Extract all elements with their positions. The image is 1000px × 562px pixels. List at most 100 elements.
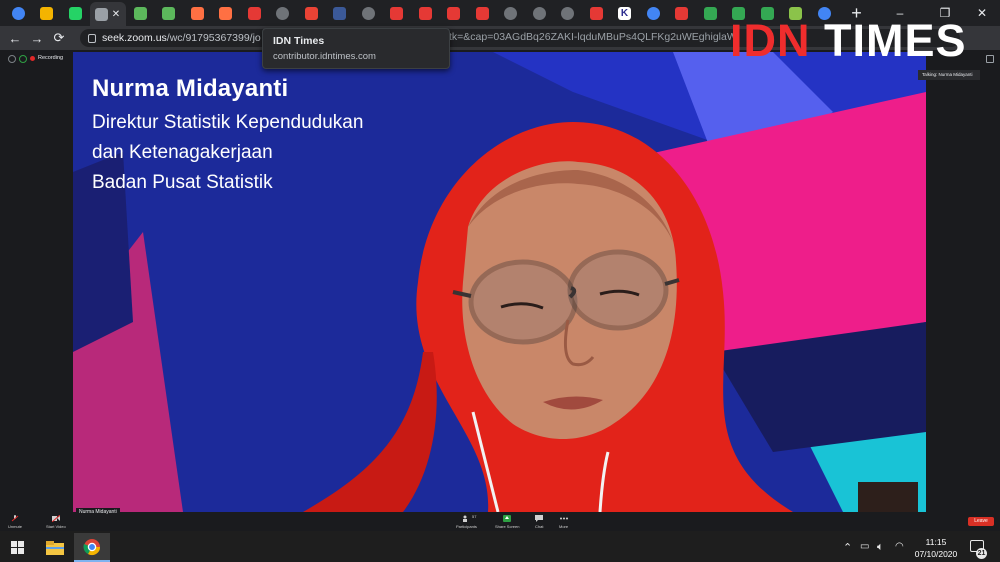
browser-tab[interactable]: [525, 2, 553, 24]
fullscreen-icon[interactable]: [986, 55, 994, 63]
speaker-organization: Badan Pusat Statistik: [92, 172, 273, 193]
video-icon: [51, 515, 60, 522]
share-screen-icon: [503, 515, 512, 522]
doc-icon: [390, 6, 403, 20]
browser-tab[interactable]: [468, 2, 496, 24]
browser-tab[interactable]: [383, 2, 411, 24]
notification-count: 21: [976, 548, 987, 559]
frog-icon: [133, 6, 147, 20]
recording-indicator: Recording: [30, 55, 63, 61]
bookmark-icon: [675, 6, 688, 20]
browser-tab[interactable]: [326, 2, 354, 24]
speaker-video: Nurma Midayanti Direktur Statistik Kepen…: [73, 52, 926, 512]
google-icon: [646, 6, 660, 20]
browser-tab[interactable]: [33, 2, 61, 24]
unmute-label: Unmute: [8, 524, 23, 529]
frog-icon: [162, 6, 175, 20]
loading-icon: [361, 6, 375, 20]
browser-tab[interactable]: [183, 2, 211, 24]
logo-idn: IDN: [730, 15, 811, 66]
system-clock[interactable]: 11:15 07/10/2020: [912, 536, 960, 560]
lock-icon: [88, 33, 96, 43]
loading-icon: [504, 6, 517, 20]
close-window-button[interactable]: ✕: [962, 0, 1000, 26]
browser-tab[interactable]: [269, 2, 297, 24]
google-icon: [11, 6, 25, 20]
browser-tab[interactable]: [668, 2, 696, 24]
chat-label: Chat: [535, 524, 544, 529]
browser-tab[interactable]: [411, 2, 439, 24]
chrome-taskbar-icon[interactable]: [74, 533, 110, 562]
tab-tooltip: IDN Times contributor.idntimes.com: [262, 28, 450, 69]
back-icon[interactable]: ←: [4, 27, 26, 49]
browser-tab[interactable]: [155, 2, 183, 24]
url-tail: &tk=&cap=03AGdBq26ZAKI-lqduMBuPs4QLFKg2u…: [442, 31, 737, 43]
file-explorer-icon[interactable]: [37, 533, 73, 562]
loading-icon: [532, 6, 546, 20]
zoom-tab-icon: [94, 7, 108, 21]
browser-tab[interactable]: K: [611, 2, 639, 24]
clock-date: 07/10/2020: [914, 549, 958, 559]
plus-green-icon: [703, 6, 717, 20]
browser-tab[interactable]: ✕: [89, 2, 126, 26]
chat-button[interactable]: Chat: [535, 515, 543, 529]
recording-label: Recording: [38, 55, 64, 61]
bag-icon: [190, 6, 204, 20]
start-video-button[interactable]: Start Video: [46, 515, 66, 529]
doc-icon: [475, 6, 489, 20]
wifi-icon[interactable]: ◠: [895, 541, 904, 552]
tooltip-title: IDN Times: [273, 35, 325, 47]
url-host: seek.zoom.us: [102, 32, 167, 44]
network-icon[interactable]: ▭: [860, 541, 869, 552]
mic-icon: [11, 515, 19, 522]
idn-times-logo: IDN TIMES: [730, 16, 967, 66]
browser-tab[interactable]: [4, 2, 32, 24]
speaker-title-line1: Direktur Statistik Kependudukan: [92, 112, 364, 133]
info-icon[interactable]: [8, 55, 16, 63]
browser-tab[interactable]: [440, 2, 468, 24]
close-tab-icon[interactable]: ✕: [112, 9, 120, 20]
doc-icon: [447, 6, 460, 20]
logo-times: TIMES: [824, 15, 967, 66]
forward-icon[interactable]: →: [26, 27, 48, 49]
browser-tab[interactable]: [639, 2, 667, 24]
browser-tab[interactable]: [212, 2, 240, 24]
browser-tab[interactable]: [497, 2, 525, 24]
volume-icon[interactable]: 🔈︎: [877, 541, 884, 554]
browser-tab[interactable]: [582, 2, 610, 24]
doc-icon: [418, 6, 432, 20]
more-icon: [559, 517, 568, 520]
more-button[interactable]: More: [559, 515, 568, 529]
recording-dot-icon: [30, 55, 35, 61]
start-video-label: Start Video: [46, 524, 66, 529]
gmail-icon: [304, 6, 318, 20]
show-hidden-icons-icon[interactable]: ⌃: [843, 541, 852, 554]
speaker-caption: Nurma Midayanti Direktur Statistik Kepen…: [92, 75, 363, 192]
k-icon: K: [618, 6, 631, 20]
browser-tab[interactable]: [554, 2, 582, 24]
tooltip-url: contributor.idntimes.com: [273, 51, 376, 62]
windows-start-icon[interactable]: [11, 541, 24, 554]
shield-icon[interactable]: [19, 55, 27, 63]
film-icon: [40, 6, 53, 20]
speaker-title-line2: dan Ketenagakerjaan: [92, 142, 273, 163]
more-label: More: [559, 524, 569, 529]
reload-icon[interactable]: ⟳: [48, 27, 70, 49]
share-screen-button[interactable]: Share Screen: [495, 515, 519, 529]
loading-icon: [276, 6, 289, 20]
doc-icon: [589, 6, 603, 20]
browser-tab[interactable]: [696, 2, 724, 24]
speaker-name: Nurma Midayanti: [92, 75, 289, 102]
talking-indicator: Talking: Nurma Midayanti: [918, 70, 980, 80]
browser-tab[interactable]: [297, 2, 325, 24]
browser-tab[interactable]: [240, 2, 268, 24]
loading-icon: [561, 6, 574, 20]
unmute-button[interactable]: Unmute: [8, 515, 22, 529]
browser-tab[interactable]: [61, 2, 89, 24]
browser-tab[interactable]: [354, 2, 382, 24]
browser-tab[interactable]: [126, 2, 154, 24]
bag-icon: [219, 6, 232, 20]
participants-count: 57: [472, 514, 477, 519]
participants-label: Participants: [456, 524, 477, 529]
leave-button[interactable]: Leave: [968, 517, 994, 526]
